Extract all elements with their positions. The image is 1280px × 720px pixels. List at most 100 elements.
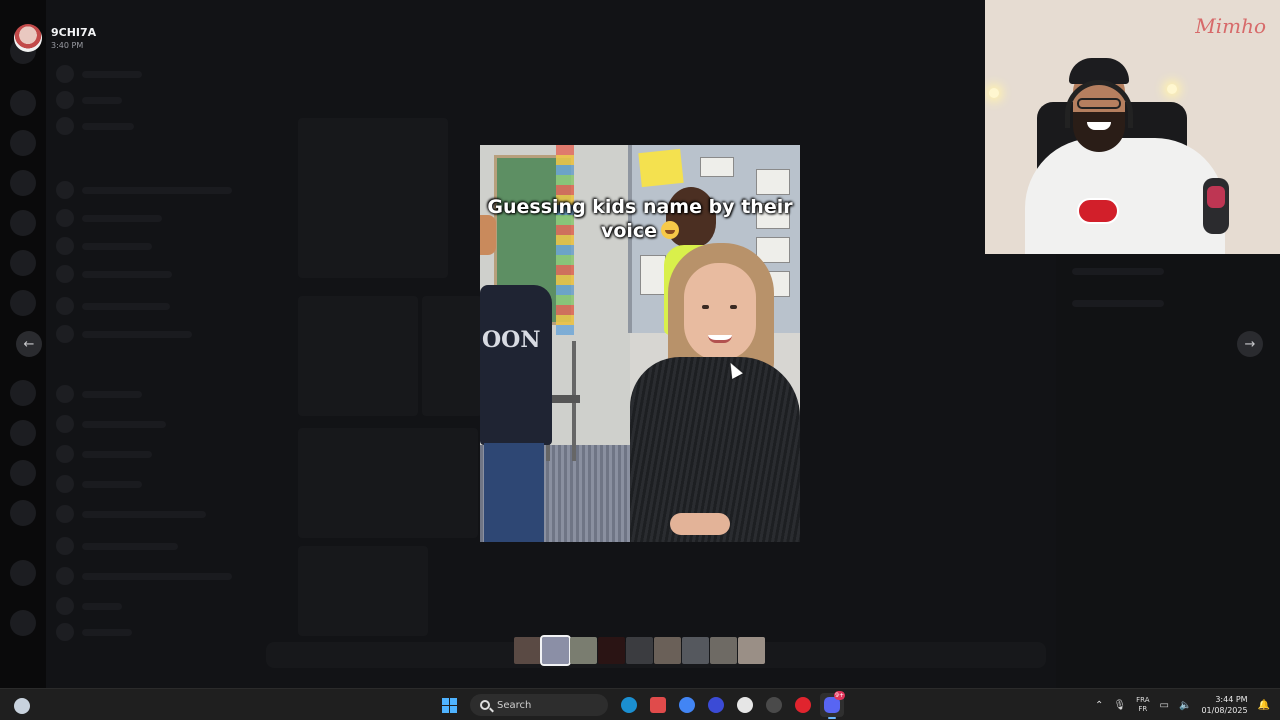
obs-icon (766, 697, 782, 713)
system-tray: ⌃ 🎙 FRA FR ▭ 🔈 3:44 PM 01/08/2025 🔔 (1095, 689, 1280, 720)
server-icon[interactable] (10, 210, 36, 236)
arrow-left-icon: ← (23, 336, 35, 352)
media-thumbnail[interactable] (710, 637, 737, 664)
server-icon[interactable] (10, 170, 36, 196)
dm-row[interactable] (56, 264, 236, 284)
chrome-icon (679, 697, 695, 713)
avatar (56, 91, 74, 109)
server-icon[interactable] (10, 610, 36, 636)
discord-app-button[interactable]: 9+ (820, 691, 845, 719)
dm-row[interactable] (56, 296, 236, 316)
lamp-icon (1167, 84, 1177, 94)
server-icon[interactable] (10, 90, 36, 116)
dm-name-placeholder (82, 572, 232, 580)
dm-row[interactable] (56, 116, 236, 136)
chatgpt-app-button[interactable] (733, 693, 757, 717)
avatar (56, 237, 74, 255)
dm-name-placeholder (82, 302, 170, 310)
microphone-tray-icon[interactable]: 🎙 (1113, 700, 1126, 711)
chat-media-thumbnail[interactable] (298, 296, 418, 416)
clock[interactable]: 3:44 PM 01/08/2025 (1201, 694, 1247, 716)
server-icon[interactable] (10, 560, 36, 586)
input-language[interactable]: FRA FR (1136, 696, 1149, 714)
volume-icon[interactable]: 🔈 (1179, 700, 1191, 711)
avatar[interactable] (14, 24, 42, 52)
clock-date: 01/08/2025 (1201, 706, 1248, 715)
server-icon[interactable] (10, 500, 36, 526)
snipping-tool-icon (650, 697, 666, 713)
chat-media-thumbnail[interactable] (298, 546, 428, 636)
vivaldi-app-button[interactable] (704, 693, 728, 717)
dm-name-placeholder (82, 628, 132, 636)
avatar (56, 597, 74, 615)
kid-sweatshirt (480, 285, 552, 445)
dm-name-placeholder (82, 420, 166, 428)
dm-row[interactable] (56, 536, 236, 556)
steam-icon (621, 697, 637, 713)
dm-name-placeholder (82, 480, 142, 488)
video-caption-text: Guessing kids name by their voice (487, 196, 793, 242)
weather-widget-icon[interactable] (14, 698, 30, 714)
dm-row[interactable] (56, 596, 236, 616)
chrome-app-button[interactable] (675, 693, 699, 717)
dm-name-placeholder (82, 602, 122, 610)
dm-row[interactable] (56, 324, 236, 344)
chat-media-thumbnail[interactable] (298, 428, 478, 538)
windows-logo-icon (441, 697, 457, 713)
server-icon[interactable] (10, 460, 36, 486)
dm-row[interactable] (56, 414, 236, 434)
dm-row[interactable] (56, 236, 236, 256)
obs-app-button[interactable] (762, 693, 786, 717)
chevron-up-icon[interactable]: ⌃ (1095, 700, 1103, 711)
author-name[interactable]: 9CHI7A (51, 26, 96, 39)
media-thumbnail[interactable] (540, 635, 571, 666)
media-thumbnail[interactable] (570, 637, 597, 664)
taskbar-search[interactable]: Search (470, 694, 608, 716)
dm-row[interactable] (56, 622, 236, 642)
media-thumbnail[interactable] (738, 637, 765, 664)
previous-media-button[interactable]: ← (16, 331, 42, 357)
media-thumbnail[interactable] (598, 637, 625, 664)
dm-row[interactable] (56, 180, 236, 200)
steam-app-button[interactable] (617, 693, 641, 717)
media-thumbnail[interactable] (514, 637, 541, 664)
media-video-player[interactable]: OON Guessing kids name by their voice (480, 145, 800, 542)
server-icon[interactable] (10, 420, 36, 446)
media-thumbnail[interactable] (654, 637, 681, 664)
language-secondary: FR (1138, 705, 1148, 713)
avatar (56, 209, 74, 227)
notifications-icon[interactable]: 🔔 (1258, 700, 1270, 711)
dm-row[interactable] (56, 90, 236, 110)
start-button[interactable] (437, 693, 461, 717)
dm-row[interactable] (56, 208, 236, 228)
lamp-icon (989, 88, 999, 98)
opera-app-button[interactable] (791, 693, 815, 717)
chat-media-thumbnail[interactable] (298, 118, 448, 278)
media-thumbnail[interactable] (682, 637, 709, 664)
dm-name-placeholder (82, 122, 134, 130)
network-icon[interactable]: ▭ (1160, 700, 1169, 711)
video-scene-sticky-note (638, 148, 684, 188)
server-icon[interactable] (10, 290, 36, 316)
video-scene-hand (670, 513, 730, 535)
dm-row[interactable] (56, 384, 236, 404)
video-scene-paper (756, 169, 790, 195)
dm-row[interactable] (56, 64, 236, 84)
dm-row[interactable] (56, 474, 236, 494)
dm-name-placeholder (82, 270, 172, 278)
dm-row[interactable] (56, 504, 236, 524)
server-icon[interactable] (10, 130, 36, 156)
server-icon[interactable] (10, 380, 36, 406)
media-thumbnail[interactable] (626, 637, 653, 664)
avatar (56, 415, 74, 433)
server-icon[interactable] (10, 250, 36, 276)
next-media-button[interactable]: → (1237, 331, 1263, 357)
dm-row[interactable] (56, 566, 236, 586)
chat-media-thumbnail[interactable] (422, 296, 482, 416)
notification-badge: 9+ (834, 691, 845, 700)
taskbar-apps: Search 9+ (437, 691, 845, 719)
snipping-tool-app-button[interactable] (646, 693, 670, 717)
dm-row[interactable] (56, 444, 236, 464)
video-scene-eye (730, 305, 737, 309)
avatar (56, 567, 74, 585)
